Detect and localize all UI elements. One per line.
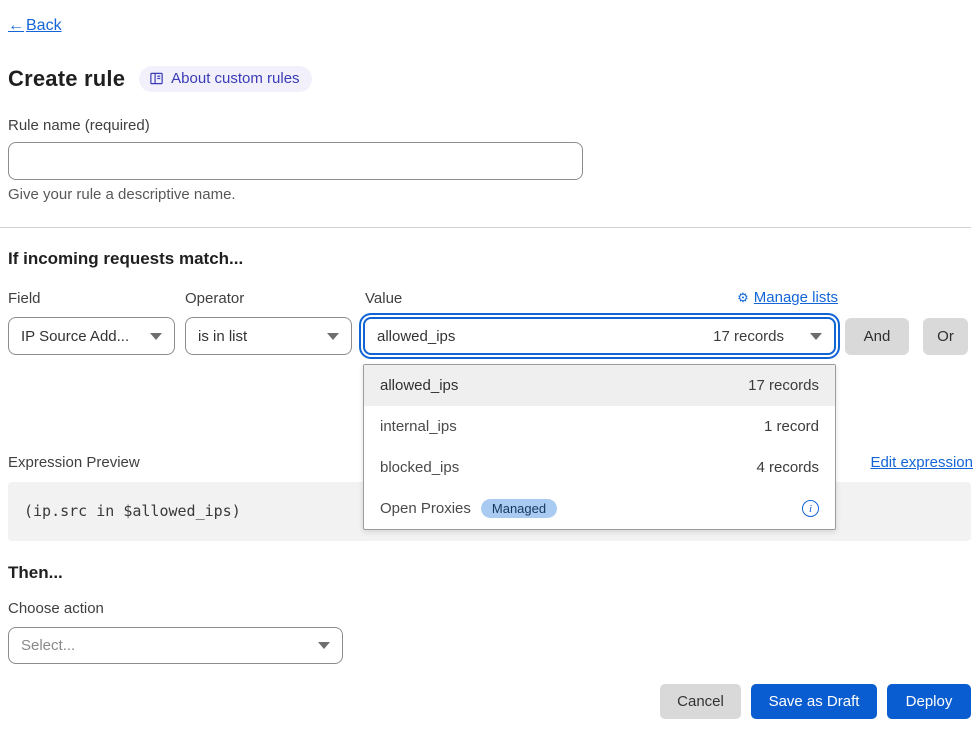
- page-title: Create rule: [8, 66, 125, 92]
- manage-lists-label: Manage lists: [754, 289, 838, 306]
- rule-name-helper: Give your rule a descriptive name.: [8, 186, 236, 203]
- value-dropdown-menu: allowed_ips 17 records internal_ips 1 re…: [363, 364, 836, 530]
- create-rule-page: ← Back Create rule About custom rules Ru…: [0, 0, 979, 739]
- field-select-value: IP Source Add...: [21, 328, 140, 345]
- dropdown-option-open-proxies[interactable]: Open Proxies Managed i: [364, 488, 835, 529]
- dropdown-option-allowed-ips[interactable]: allowed_ips 17 records: [364, 365, 835, 406]
- cancel-button[interactable]: Cancel: [660, 684, 741, 719]
- action-select-placeholder: Select...: [21, 637, 308, 654]
- gear-icon: ⚙: [737, 290, 749, 306]
- option-name: blocked_ips: [380, 459, 459, 476]
- section-divider: [0, 227, 971, 228]
- back-label: Back: [26, 17, 62, 35]
- rule-name-input[interactable]: [8, 142, 583, 180]
- field-select[interactable]: IP Source Add...: [8, 317, 175, 355]
- value-select-record-count: 17 records: [713, 328, 784, 345]
- action-select[interactable]: Select...: [8, 627, 343, 664]
- chevron-down-icon: [150, 333, 162, 340]
- option-record-count: 4 records: [756, 459, 819, 476]
- option-name: internal_ips: [380, 418, 457, 435]
- deploy-button[interactable]: Deploy: [887, 684, 971, 719]
- dropdown-option-internal-ips[interactable]: internal_ips 1 record: [364, 406, 835, 447]
- info-icon[interactable]: i: [802, 500, 819, 517]
- chevron-down-icon: [327, 333, 339, 340]
- edit-expression-link[interactable]: Edit expression: [870, 454, 973, 471]
- manage-lists-link[interactable]: ⚙ Manage lists: [737, 289, 838, 306]
- option-name: allowed_ips: [380, 377, 458, 394]
- value-select[interactable]: allowed_ips 17 records: [363, 317, 836, 355]
- option-record-count: 1 record: [764, 418, 819, 435]
- match-section-heading: If incoming requests match...: [8, 249, 243, 269]
- back-link[interactable]: ← Back: [8, 17, 62, 35]
- operator-label: Operator: [185, 290, 244, 307]
- about-custom-rules-link[interactable]: About custom rules: [139, 66, 311, 92]
- about-badge-label: About custom rules: [171, 70, 299, 87]
- then-section-heading: Then...: [8, 563, 63, 583]
- operator-select[interactable]: is in list: [185, 317, 352, 355]
- back-arrow-icon: ←: [8, 17, 24, 35]
- operator-select-value: is in list: [198, 328, 317, 345]
- expression-preview-label: Expression Preview: [8, 454, 140, 471]
- and-button[interactable]: And: [845, 318, 909, 355]
- value-select-name: allowed_ips: [377, 328, 713, 345]
- value-label: Value: [365, 290, 402, 307]
- option-record-count: 17 records: [748, 377, 819, 394]
- field-label: Field: [8, 290, 41, 307]
- dropdown-option-blocked-ips[interactable]: blocked_ips 4 records: [364, 447, 835, 488]
- chevron-down-icon: [318, 642, 330, 649]
- option-name: Open Proxies: [380, 500, 471, 517]
- rule-name-label: Rule name (required): [8, 117, 150, 134]
- book-icon: [149, 71, 164, 86]
- choose-action-label: Choose action: [8, 600, 104, 617]
- title-row: Create rule About custom rules: [8, 66, 312, 92]
- or-button[interactable]: Or: [923, 318, 968, 355]
- save-as-draft-button[interactable]: Save as Draft: [751, 684, 877, 719]
- managed-badge: Managed: [481, 499, 557, 518]
- chevron-down-icon: [810, 333, 822, 340]
